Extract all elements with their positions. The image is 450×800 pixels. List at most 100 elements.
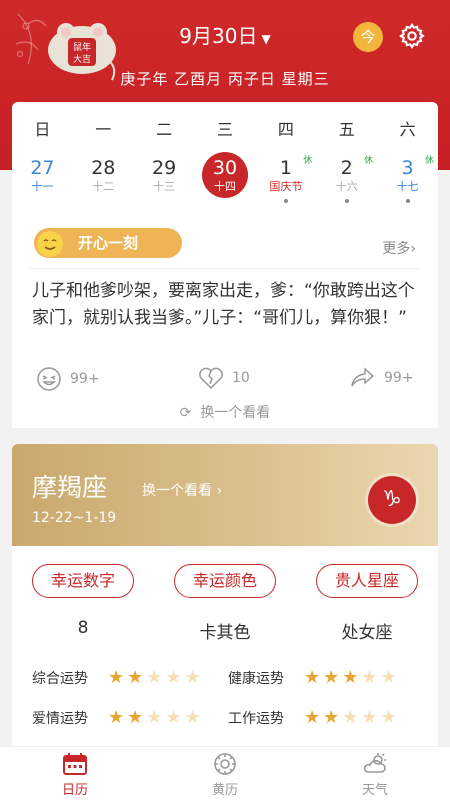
joke-card: 开心一刻 更多› 儿子和他爹吵架，要离家出走，爹：“你敢跨出这个家门，就别认我当… bbox=[12, 222, 438, 428]
divider bbox=[30, 268, 420, 269]
capricorn-icon: ♑ bbox=[368, 476, 416, 524]
star-icon: ★ bbox=[146, 667, 163, 688]
star-icon: ★ bbox=[184, 707, 201, 728]
weekday-label: 六 bbox=[399, 120, 416, 139]
tab-weather[interactable]: 天气 bbox=[300, 747, 450, 800]
refresh-label: 换一个看看 bbox=[200, 405, 271, 421]
almanac-icon bbox=[214, 753, 236, 775]
star-icon: ★ bbox=[127, 707, 144, 728]
laugh-face-icon bbox=[37, 367, 61, 391]
star-icon: ★ bbox=[361, 707, 378, 728]
day-number: 28 bbox=[91, 157, 116, 179]
refresh-icon: ⟳ bbox=[179, 405, 192, 421]
weekday-label: 一 bbox=[95, 120, 112, 139]
weekday-label: 五 bbox=[338, 120, 355, 139]
lunar-date: 十七 bbox=[396, 180, 419, 193]
laugh-count: 99+ bbox=[70, 371, 100, 387]
star-icon: ★ bbox=[361, 667, 378, 688]
chevron-down-icon: ▼ bbox=[261, 32, 271, 46]
lunar-date: 十六 bbox=[335, 180, 358, 193]
star-icon: ★ bbox=[108, 707, 125, 728]
day-cell-3[interactable]: 休 3 十七 bbox=[377, 156, 438, 208]
lunar-date: 十三 bbox=[153, 180, 176, 193]
day-cell-28[interactable]: 28 十二 bbox=[73, 156, 134, 208]
noble-zodiac-value: 处女座 bbox=[341, 623, 393, 643]
day-cell-2[interactable]: 休 2 十六 bbox=[316, 156, 377, 208]
share-arrow-icon bbox=[351, 367, 375, 387]
star-icon: ★ bbox=[304, 667, 321, 688]
lucky-number-value: 8 bbox=[77, 618, 89, 638]
rest-day-badge: 休 bbox=[425, 156, 435, 166]
star-icon: ★ bbox=[127, 667, 144, 688]
zodiac-name: 摩羯座 bbox=[32, 473, 108, 502]
event-dot bbox=[405, 199, 410, 203]
refresh-joke-button[interactable]: ⟳ 换一个看看 bbox=[12, 402, 438, 422]
chevron-right-icon: › bbox=[410, 241, 416, 257]
chevron-right-icon: › bbox=[216, 483, 223, 499]
zodiac-banner: 摩羯座 换一个看看 › 12-22~1-19 ♑ bbox=[12, 444, 438, 546]
star-icon: ★ bbox=[184, 667, 201, 688]
noble-zodiac-tag: 贵人星座 bbox=[316, 564, 418, 598]
weekday-label: 四 bbox=[277, 120, 294, 139]
zodiac-date-range: 12-22~1-19 bbox=[32, 510, 117, 526]
fortune-work: 工作运势 ★ ★ ★ ★ ★ bbox=[228, 708, 397, 728]
share-button[interactable]: 99+ bbox=[350, 366, 414, 390]
fortune-health: 健康运势 ★ ★ ★ ★ ★ bbox=[228, 668, 397, 688]
event-dot bbox=[283, 199, 288, 203]
day-cell-30-selected[interactable]: 30 十四 bbox=[195, 152, 256, 208]
calendar-week-card: 日 一 二 三 四 五 六 27 十一 28 十二 29 十三 30 十四 休 … bbox=[12, 102, 438, 222]
star-icon: ★ bbox=[380, 667, 397, 688]
tab-almanac[interactable]: 黄历 bbox=[150, 747, 300, 800]
day-number: 30 bbox=[212, 157, 238, 179]
day-cell-1[interactable]: 休 1 国庆节 bbox=[255, 156, 316, 208]
day-number: 27 bbox=[30, 157, 55, 179]
lunar-date: 十四 bbox=[214, 180, 236, 193]
star-icon: ★ bbox=[342, 667, 359, 688]
switch-zodiac-button[interactable]: 换一个看看 › bbox=[142, 480, 222, 500]
weekday-label: 三 bbox=[217, 120, 234, 139]
zodiac-lucky-tags: 幸运数字 幸运颜色 贵人星座 bbox=[12, 564, 438, 598]
weekday-label: 二 bbox=[156, 120, 173, 139]
fortune-love: 爱情运势 ★ ★ ★ ★ ★ bbox=[32, 708, 201, 728]
event-dot bbox=[344, 199, 349, 203]
joke-text: 儿子和他爹吵架，要离家出走，爹：“你敢跨出这个家门，就别认我当爹。”儿子：“哥们… bbox=[32, 281, 415, 328]
star-icon: ★ bbox=[165, 707, 182, 728]
fortune-label: 爱情运势 bbox=[32, 711, 88, 727]
star-rating: ★ ★ ★ ★ ★ bbox=[304, 669, 397, 687]
star-icon: ★ bbox=[380, 707, 397, 728]
dislike-button[interactable]: 10 bbox=[198, 366, 250, 390]
day-cell-29[interactable]: 29 十三 bbox=[134, 156, 195, 208]
star-icon: ★ bbox=[323, 667, 340, 688]
zodiac-lucky-values: 8 卡其色 处女座 bbox=[12, 618, 438, 643]
smile-face-icon bbox=[37, 231, 63, 257]
weekday-label: 日 bbox=[34, 120, 51, 139]
rest-day-badge: 休 bbox=[303, 156, 313, 166]
tab-label: 日历 bbox=[61, 783, 88, 798]
tab-calendar[interactable]: 日历 bbox=[0, 747, 150, 800]
weekday-header: 日 一 二 三 四 五 六 bbox=[12, 116, 438, 140]
day-cell-27[interactable]: 27 十一 bbox=[12, 156, 73, 208]
day-row: 27 十一 28 十二 29 十三 30 十四 休 1 国庆节 休 2 十六 休… bbox=[12, 152, 438, 208]
gear-icon[interactable] bbox=[398, 22, 426, 50]
more-jokes-link[interactable]: 更多› bbox=[382, 238, 416, 258]
switch-label: 换一个看看 bbox=[142, 483, 212, 499]
joke-actions: 99+ 10 99+ bbox=[12, 366, 438, 394]
share-count: 99+ bbox=[384, 370, 414, 386]
tab-label: 天气 bbox=[361, 783, 388, 798]
today-button[interactable]: 今 bbox=[353, 22, 383, 52]
day-number: 29 bbox=[152, 157, 177, 179]
star-icon: ★ bbox=[304, 707, 321, 728]
holiday-label: 国庆节 bbox=[269, 180, 303, 193]
fortune-label: 综合运势 bbox=[32, 671, 88, 687]
star-rating: ★ ★ ★ ★ ★ bbox=[304, 709, 397, 727]
laugh-button[interactable]: 99+ bbox=[36, 366, 100, 392]
lunar-date: 十二 bbox=[92, 180, 115, 193]
fortune-label: 工作运势 bbox=[228, 711, 284, 727]
fortune-label: 健康运势 bbox=[228, 671, 284, 687]
weather-icon bbox=[363, 753, 386, 773]
fortune-overall: 综合运势 ★ ★ ★ ★ ★ bbox=[32, 668, 201, 688]
star-icon: ★ bbox=[323, 707, 340, 728]
broken-heart-icon bbox=[199, 367, 223, 390]
lunar-date: 十一 bbox=[31, 180, 54, 193]
lucky-number-tag: 幸运数字 bbox=[32, 564, 134, 598]
